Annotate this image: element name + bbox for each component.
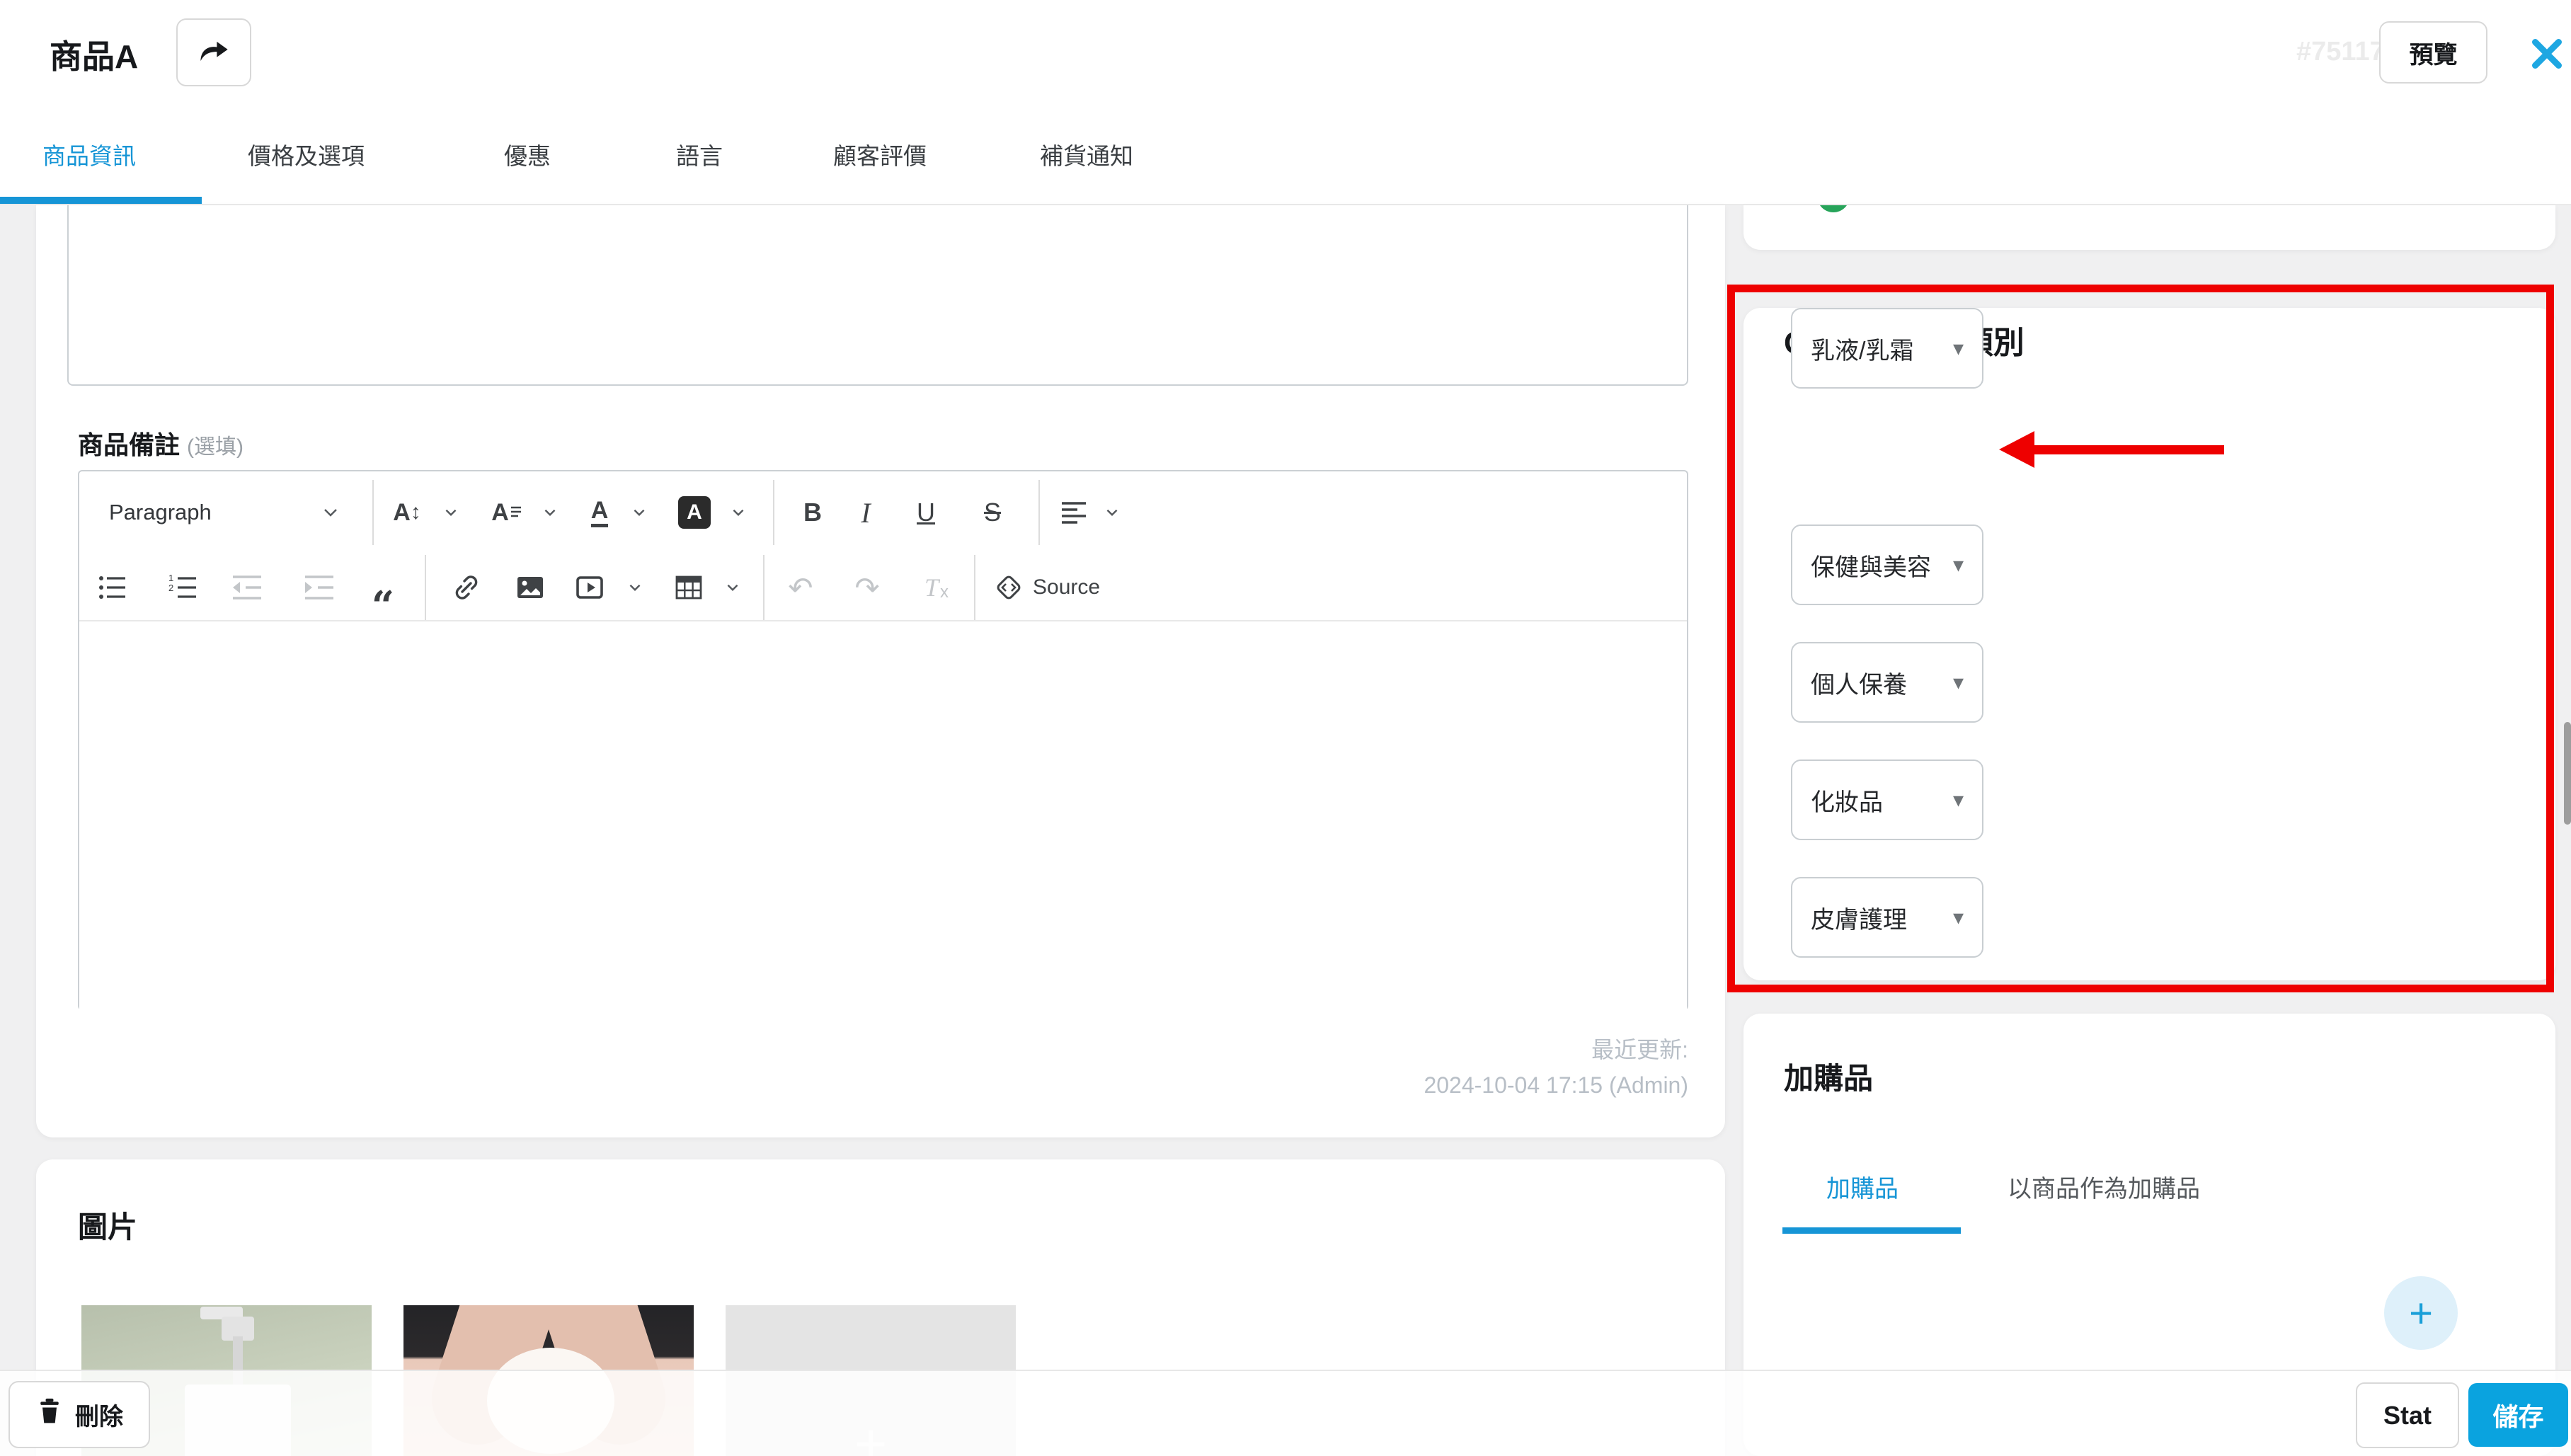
chevron-down-icon[interactable]: [723, 568, 742, 607]
addon-section-title: 加購品: [1784, 1055, 1873, 1098]
dropdown-caret-icon: ▾: [1953, 788, 1964, 813]
annotation-arrow-head: [1999, 431, 2034, 468]
category-dropdown-level1[interactable]: 保健與美容 ▾: [1791, 524, 1983, 605]
tab-product-info[interactable]: 商品資訊: [42, 105, 136, 204]
plus-icon: +: [2409, 1290, 2433, 1337]
preview-button[interactable]: 預覽: [2379, 21, 2487, 84]
product-ref-number: #75117: [2296, 37, 2385, 67]
tab-price-options[interactable]: 價格及選項: [248, 105, 365, 204]
toolbar-divider: [974, 555, 975, 620]
italic-button[interactable]: I: [849, 493, 882, 532]
share-button[interactable]: [176, 18, 251, 86]
tab-reviews[interactable]: 顧客評價: [833, 105, 927, 204]
editor-toolbar: Paragraph A↕ A A: [79, 471, 1687, 621]
stat-button[interactable]: Stat: [2356, 1382, 2459, 1448]
optional-hint: (選填): [187, 435, 244, 459]
previous-section-card: [1743, 205, 2555, 250]
tab-language[interactable]: 語言: [676, 105, 723, 204]
toolbar-divider: [773, 480, 774, 545]
toolbar-divider: [372, 480, 374, 545]
close-button[interactable]: [2527, 35, 2567, 75]
page-title: 商品A: [50, 31, 138, 78]
product-tabbar: 商品資訊 價格及選項 優惠 語言 顧客評價 補貨通知: [0, 105, 2571, 205]
underline-button[interactable]: U: [906, 493, 946, 532]
toolbar-divider: [425, 555, 426, 620]
tab-products-as-addon[interactable]: 以商品作為加購品: [2008, 1169, 2200, 1204]
indent-icon[interactable]: [297, 568, 341, 607]
save-button[interactable]: 儲存: [2468, 1383, 2568, 1447]
toolbar-divider: [1038, 480, 1040, 545]
chevron-down-icon[interactable]: [442, 493, 460, 532]
category-dropdown-level2[interactable]: 個人保養 ▾: [1791, 642, 1983, 723]
category-dropdown-level4[interactable]: 皮膚護理 ▾: [1791, 877, 1983, 958]
source-button-label[interactable]: Source: [1033, 568, 1146, 607]
line-height-icon[interactable]: A↕: [386, 493, 428, 532]
table-icon[interactable]: [667, 568, 711, 607]
add-addon-button[interactable]: +: [2384, 1276, 2458, 1350]
link-icon[interactable]: [445, 568, 488, 607]
addon-active-tab-indicator: [1782, 1227, 1961, 1234]
dropdown-caret-icon: ▾: [1953, 905, 1964, 930]
dropdown-caret-icon: ▾: [1953, 336, 1964, 361]
text-align-icon[interactable]: [1055, 493, 1094, 532]
undo-icon[interactable]: ↶: [779, 568, 823, 607]
bold-button[interactable]: B: [793, 493, 832, 532]
svg-text:1: 1: [168, 573, 173, 583]
last-updated-value: 2024-10-04 17:15 (Admin): [980, 1067, 1688, 1103]
blockquote-icon[interactable]: “: [361, 568, 405, 626]
bulleted-list-icon[interactable]: [92, 568, 134, 607]
remove-format-icon[interactable]: Tx: [915, 568, 958, 607]
numbered-list-icon[interactable]: 12: [163, 568, 205, 607]
font-size-icon[interactable]: A: [484, 493, 529, 532]
redo-icon[interactable]: ↷: [845, 568, 889, 607]
media-embed-icon[interactable]: [568, 568, 612, 607]
strikethrough-button[interactable]: S: [973, 493, 1012, 532]
paragraph-style-dropdown[interactable]: Paragraph: [109, 493, 272, 532]
status-green-icon: [1817, 205, 1850, 212]
category-dropdown-level3[interactable]: 化妝品 ▾: [1791, 759, 1983, 840]
notes-richtext-editor: Paragraph A↕ A A: [78, 470, 1688, 1010]
chevron-down-icon[interactable]: [626, 568, 644, 607]
dropdown-caret-icon: ▾: [1953, 670, 1964, 695]
delete-button[interactable]: 刪除: [8, 1381, 150, 1448]
chevron-down-icon[interactable]: [541, 493, 559, 532]
images-section-title: 圖片: [78, 1203, 137, 1246]
description-editor-bottom[interactable]: [67, 205, 1688, 386]
vertical-scrollbar[interactable]: [2564, 722, 2571, 825]
chevron-down-icon[interactable]: [320, 493, 341, 532]
chevron-down-icon[interactable]: [1103, 493, 1121, 532]
last-updated-info: 最近更新: 2024-10-04 17:15 (Admin): [980, 1032, 1688, 1103]
tab-addon-products[interactable]: 加購品: [1826, 1169, 1899, 1204]
share-arrow-icon: [197, 35, 231, 70]
notes-field-label: 商品備註(選填): [78, 425, 244, 462]
product-edit-modal: 商品A #75117 預覽 商品資訊 價格及選項 優惠 語言 顧客評價 補貨通知…: [0, 0, 2571, 1456]
svg-text:2: 2: [168, 583, 173, 593]
close-icon: [2530, 37, 2564, 74]
tab-promotions[interactable]: 優惠: [504, 105, 551, 204]
chevron-down-icon[interactable]: [630, 493, 648, 532]
background-color-icon[interactable]: A: [675, 493, 714, 532]
source-code-icon[interactable]: [988, 568, 1029, 607]
trash-icon: [35, 1396, 64, 1433]
google-category-card: Google 產品類別 保健與美容 ▾ 個人保養 ▾ 化妝品 ▾ 皮膚護理 ▾ …: [1743, 308, 2555, 980]
notes-edit-area[interactable]: [79, 621, 1687, 1010]
last-updated-label: 最近更新:: [980, 1032, 1688, 1067]
font-color-icon[interactable]: A: [578, 493, 621, 532]
category-dropdown-level5[interactable]: 乳液/乳霜 ▾: [1791, 308, 1983, 389]
image-icon[interactable]: [508, 568, 552, 607]
tab-restock-alert[interactable]: 補貨通知: [1040, 105, 1133, 204]
chevron-down-icon[interactable]: [729, 493, 748, 532]
footer-action-bar: 刪除 Stat 儲存: [0, 1370, 2571, 1456]
toolbar-divider: [763, 555, 765, 620]
dropdown-caret-icon: ▾: [1953, 553, 1964, 578]
outdent-icon[interactable]: [225, 568, 269, 607]
annotation-arrow: [2033, 445, 2224, 454]
modal-header: 商品A #75117 預覽: [0, 0, 2571, 106]
active-tab-indicator: [0, 197, 202, 204]
